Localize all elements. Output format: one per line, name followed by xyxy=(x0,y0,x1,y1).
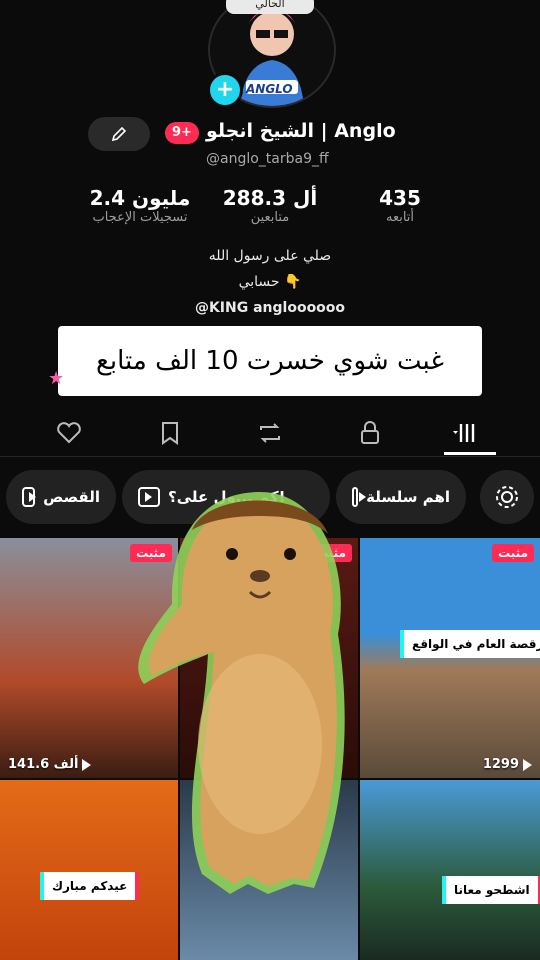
active-tab-indicator xyxy=(444,452,496,455)
video-caption-tag: اشطحو معانا xyxy=(442,876,540,904)
video-caption-tag: عيدكم مبارك xyxy=(40,872,140,900)
likes-count: 2.4 مليون xyxy=(89,186,191,210)
tab-videos-grid-icon[interactable] xyxy=(452,418,482,448)
following-count: 435 xyxy=(379,186,421,210)
notification-badge[interactable]: 9+ xyxy=(165,122,199,144)
follow-plus-button[interactable]: + xyxy=(207,72,243,108)
followers-count: 288.3 أل xyxy=(222,186,318,210)
pinned-badge: مثبت xyxy=(492,544,534,562)
likes-label: تسجيلات الإعجاب xyxy=(92,210,188,225)
overlay-caption: غبت شوي خسرت 10 الف متابع xyxy=(58,326,482,396)
video-caption-tag: رقصة العام في الواقع xyxy=(400,630,540,658)
followers-label: متابعين xyxy=(250,210,290,225)
hamster-sticker xyxy=(138,484,382,908)
video-thumb[interactable]: اشطحو معانا xyxy=(360,780,540,960)
stat-followers[interactable]: 288.3 أل متابعين xyxy=(208,186,332,225)
stat-following[interactable]: 435 أتابعه xyxy=(350,186,450,225)
play-icon xyxy=(82,758,92,771)
playlist-pill-3[interactable]: القصص xyxy=(6,470,116,524)
settings-gear-icon[interactable] xyxy=(480,470,534,524)
current-status-chip: الحالي xyxy=(226,0,314,14)
video-thumb[interactable]: مثبت رقصة العام في الواقع 1299 xyxy=(360,538,540,778)
playlist-label: القصص xyxy=(43,488,100,506)
sparkle-icon: ★ xyxy=(48,368,65,389)
bio-line-3[interactable]: @KING angloooooo xyxy=(0,300,540,316)
play-icon xyxy=(523,758,532,771)
avatar-logo-text: ANGLO xyxy=(246,82,293,96)
bio-line-1: صلي على رسول الله xyxy=(208,248,332,264)
tab-repost-icon[interactable] xyxy=(255,418,285,448)
playlist-icon xyxy=(22,487,37,507)
tab-liked-heart-icon[interactable] xyxy=(54,418,84,448)
tab-private-lock-icon[interactable] xyxy=(355,418,385,448)
bio-line-2: حسابي 👇 xyxy=(238,274,302,290)
edit-profile-button[interactable] xyxy=(88,117,150,151)
stat-likes[interactable]: 2.4 مليون تسجيلات الإعجاب xyxy=(78,186,202,225)
view-count: 141.6 ألف xyxy=(8,757,92,772)
profile-tabs xyxy=(0,410,540,457)
pencil-icon xyxy=(111,126,127,142)
profile-handle: @anglo_tarba9_ff xyxy=(206,151,329,167)
view-count: 1299 xyxy=(483,757,532,772)
following-label: أتابعه xyxy=(385,210,415,225)
tab-favorites-bookmark-icon[interactable] xyxy=(155,418,185,448)
profile-name: الشيخ انجلو | Anglo xyxy=(206,120,396,142)
